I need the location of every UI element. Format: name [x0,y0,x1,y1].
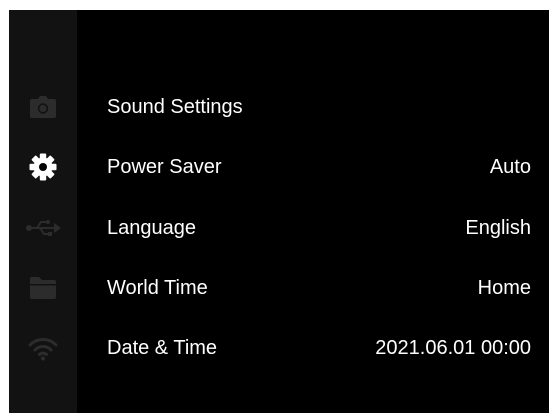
sidebar-item-usb[interactable] [9,208,77,248]
camera-icon [30,96,56,118]
menu-item-label: World Time [107,277,208,299]
menu-item-value: Home [477,277,531,299]
sidebar-item-folder[interactable] [9,268,77,308]
folder-icon [30,277,56,299]
menu-item-power-saver[interactable]: Power Saver Auto [77,147,549,187]
sidebar-item-camera[interactable] [9,87,77,127]
settings-menu: Sound Settings Power Saver Auto Language… [77,10,549,413]
category-sidebar [9,10,77,413]
menu-item-value: English [465,217,531,239]
sidebar-item-settings[interactable] [9,147,77,187]
menu-item-world-time[interactable]: World Time Home [77,268,549,308]
menu-item-label: Sound Settings [107,96,243,118]
menu-item-value: 2021.06.01 00:00 [375,337,531,359]
settings-screen: Sound Settings Power Saver Auto Language… [9,10,549,413]
menu-item-language[interactable]: Language English [77,208,549,248]
wifi-icon [28,338,58,361]
menu-item-label: Power Saver [107,156,222,178]
usb-icon [26,220,61,236]
gear-icon [29,153,57,181]
menu-item-value: Auto [489,156,531,178]
menu-item-sound-settings[interactable]: Sound Settings [77,87,549,127]
menu-item-date-time[interactable]: Date & Time 2021.06.01 00:00 [77,328,549,368]
menu-item-label: Date & Time [107,337,218,359]
menu-item-label: Language [107,217,196,239]
sidebar-item-wifi[interactable] [9,328,77,368]
